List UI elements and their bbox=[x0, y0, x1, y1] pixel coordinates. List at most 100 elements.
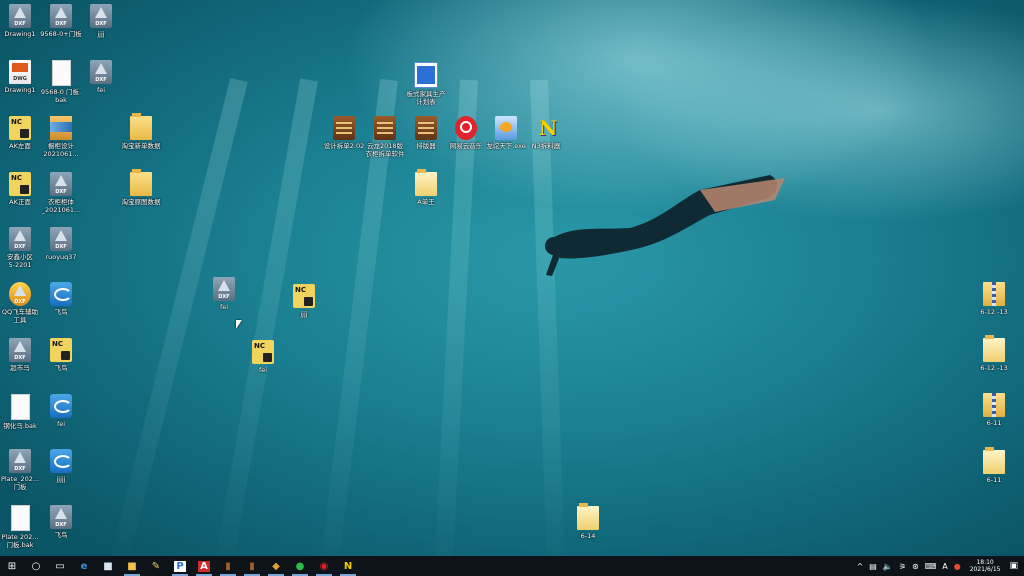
task-view-icon: ▭ bbox=[55, 560, 65, 572]
desktop-icon-fei-center[interactable]: fei bbox=[196, 277, 252, 311]
wifi-icon[interactable]: ⚞ bbox=[899, 562, 906, 571]
archive-icon bbox=[50, 116, 72, 140]
taskbar-app-book-2[interactable]: ▮ bbox=[240, 556, 264, 576]
desktop-icon-feiniao-nc[interactable]: 飞鸟 bbox=[33, 338, 89, 372]
search-circle-icon: ○ bbox=[31, 560, 41, 572]
taskbar-netease[interactable]: ◉ bbox=[312, 556, 336, 576]
app-icon bbox=[9, 282, 31, 306]
bookcase-icon: ▮ bbox=[249, 560, 255, 572]
desktop-icon-6-11-zip[interactable]: 6-11 bbox=[966, 393, 1022, 427]
taskbar-file-explorer[interactable]: ■ bbox=[120, 556, 144, 576]
desktop-icon-jjjj[interactable]: jjjj bbox=[73, 4, 129, 38]
fly-app-icon bbox=[50, 449, 72, 473]
folder-icon bbox=[983, 335, 1005, 362]
taskbar-app-book-1[interactable]: ▮ bbox=[216, 556, 240, 576]
notification-icon[interactable]: ▣ bbox=[1009, 561, 1018, 571]
desktop-icon-fei-nc[interactable]: fei bbox=[235, 340, 291, 374]
desktop-icon-jjjj-nc[interactable]: jjjj bbox=[276, 284, 332, 318]
desktop-icon-feiniao-dxf[interactable]: 飞鸟 bbox=[33, 505, 89, 539]
autocad-icon: A bbox=[198, 560, 210, 572]
store-bag-icon: ■ bbox=[103, 560, 113, 572]
start-button[interactable]: ⊞ bbox=[0, 556, 24, 576]
netease-music-icon bbox=[455, 116, 477, 140]
nc-file-icon bbox=[293, 284, 315, 308]
taskbar-app-brush[interactable]: ✎ bbox=[144, 556, 168, 576]
blank-file-icon bbox=[10, 394, 30, 420]
task-view-button[interactable]: ▭ bbox=[48, 556, 72, 576]
folder-icon bbox=[415, 169, 437, 196]
edge-icon: e bbox=[80, 560, 88, 572]
tray-app-red-icon[interactable]: ● bbox=[954, 562, 961, 571]
autocad-file-icon bbox=[9, 227, 31, 251]
desktop-icon-6-11[interactable]: 6-11 bbox=[966, 447, 1022, 484]
autocad-file-icon bbox=[9, 4, 31, 28]
bookcase-app-icon bbox=[333, 116, 355, 140]
network-app-icon: ◆ bbox=[272, 560, 280, 572]
desktop-icon-ruoyuq37[interactable]: ruoyuq37 bbox=[33, 227, 89, 261]
taskbar-n3[interactable]: N bbox=[336, 556, 360, 576]
desktop-icon-6-12-13-zip[interactable]: 6-12 -13 bbox=[966, 282, 1022, 316]
desktop-icon-taobao-new[interactable]: 淘宝新单数据 bbox=[113, 113, 169, 150]
taskbar-wechat[interactable]: ● bbox=[288, 556, 312, 576]
n3-app-icon: N bbox=[343, 560, 353, 572]
tray-app-icon[interactable]: ⊛ bbox=[912, 562, 919, 571]
desktop-icon-feiniao-1[interactable]: 飞鸟 bbox=[33, 282, 89, 316]
desktop-icon-cabinet-design[interactable]: 橱柜设计 2021061... bbox=[33, 116, 89, 158]
desktop-icon-plan-sheet[interactable]: 板式家具生产 计划表 bbox=[398, 62, 454, 106]
autocad-file-icon bbox=[9, 449, 31, 473]
brush-icon: ✎ bbox=[151, 560, 161, 572]
clock-date: 2021/6/15 bbox=[969, 566, 1001, 573]
nc-file-icon bbox=[9, 116, 31, 140]
keyboard-icon[interactable]: ⌨ bbox=[925, 562, 937, 571]
autocad-file-icon bbox=[50, 227, 72, 251]
desktop-icon-jjjjj[interactable]: jjjjj bbox=[33, 449, 89, 483]
exe-app-icon bbox=[495, 116, 517, 140]
window-app-icon bbox=[414, 62, 438, 88]
autocad-file-icon bbox=[50, 172, 72, 196]
light-ray bbox=[432, 79, 478, 556]
netease-music-icon: ◉ bbox=[319, 560, 329, 572]
battery-icon[interactable]: ▤ bbox=[869, 562, 877, 571]
fly-app-icon bbox=[50, 394, 72, 418]
desktop-icon-n3[interactable]: N3拆料器 bbox=[518, 116, 574, 150]
nc-file-icon bbox=[252, 340, 274, 364]
bookcase-icon: ▮ bbox=[225, 560, 231, 572]
blank-file-icon bbox=[51, 60, 71, 86]
clock-time: 18:10 bbox=[976, 559, 994, 566]
bookcase-app-icon bbox=[415, 116, 437, 140]
volume-icon[interactable]: 🔈 bbox=[883, 562, 893, 571]
zip-folder-icon bbox=[983, 393, 1005, 417]
autocad-file-icon bbox=[90, 60, 112, 84]
desktop-icon-fei-dxf[interactable]: fei bbox=[73, 60, 129, 94]
diver-silhouette bbox=[545, 175, 785, 276]
taskbar-app-net[interactable]: ◆ bbox=[264, 556, 288, 576]
autocad-file-icon bbox=[213, 277, 235, 301]
nc-file-icon bbox=[9, 172, 31, 196]
desktop-icon-6-12-13[interactable]: 6-12 -13 bbox=[966, 335, 1022, 372]
taskbar-edge[interactable]: e bbox=[72, 556, 96, 576]
input-method-icon[interactable]: A bbox=[942, 562, 947, 571]
folder-icon bbox=[577, 503, 599, 530]
folder-icon bbox=[130, 169, 152, 196]
taskbar-autocad[interactable]: A bbox=[192, 556, 216, 576]
taskbar: ⊞ ○ ▭ e ■ ■ ✎ P A ▮ ▮ ◆ ● ◉ N ^ ▤ 🔈 ⚞ ⊛ … bbox=[0, 556, 1024, 576]
desktop-icon-a-dan-wang[interactable]: A单王 bbox=[398, 169, 454, 206]
autocad-file-icon bbox=[90, 4, 112, 28]
clock[interactable]: 18:10 2021/6/15 bbox=[970, 559, 1001, 573]
light-ray bbox=[530, 79, 567, 556]
autocad-file-icon bbox=[50, 4, 72, 28]
autocad-file-icon bbox=[9, 338, 31, 362]
n3-app-icon bbox=[535, 116, 557, 140]
taskbar-store[interactable]: ■ bbox=[96, 556, 120, 576]
wechat-icon: ● bbox=[295, 560, 305, 572]
dwg-file-icon bbox=[9, 60, 31, 84]
taskbar-app-p[interactable]: P bbox=[168, 556, 192, 576]
desktop-icon-taobao-orig[interactable]: 淘宝原图数据 bbox=[113, 169, 169, 206]
tray-overflow-icon[interactable]: ^ bbox=[857, 562, 864, 571]
search-button[interactable]: ○ bbox=[24, 556, 48, 576]
folder-icon bbox=[130, 113, 152, 140]
fly-app-icon bbox=[50, 282, 72, 306]
desktop-icon-fei-fly[interactable]: fei bbox=[33, 394, 89, 428]
desktop-icon-6-14[interactable]: 6-14 bbox=[560, 503, 616, 540]
desktop-icon-wardrobe[interactable]: 衣柜柜体 _2021061... bbox=[33, 172, 89, 214]
